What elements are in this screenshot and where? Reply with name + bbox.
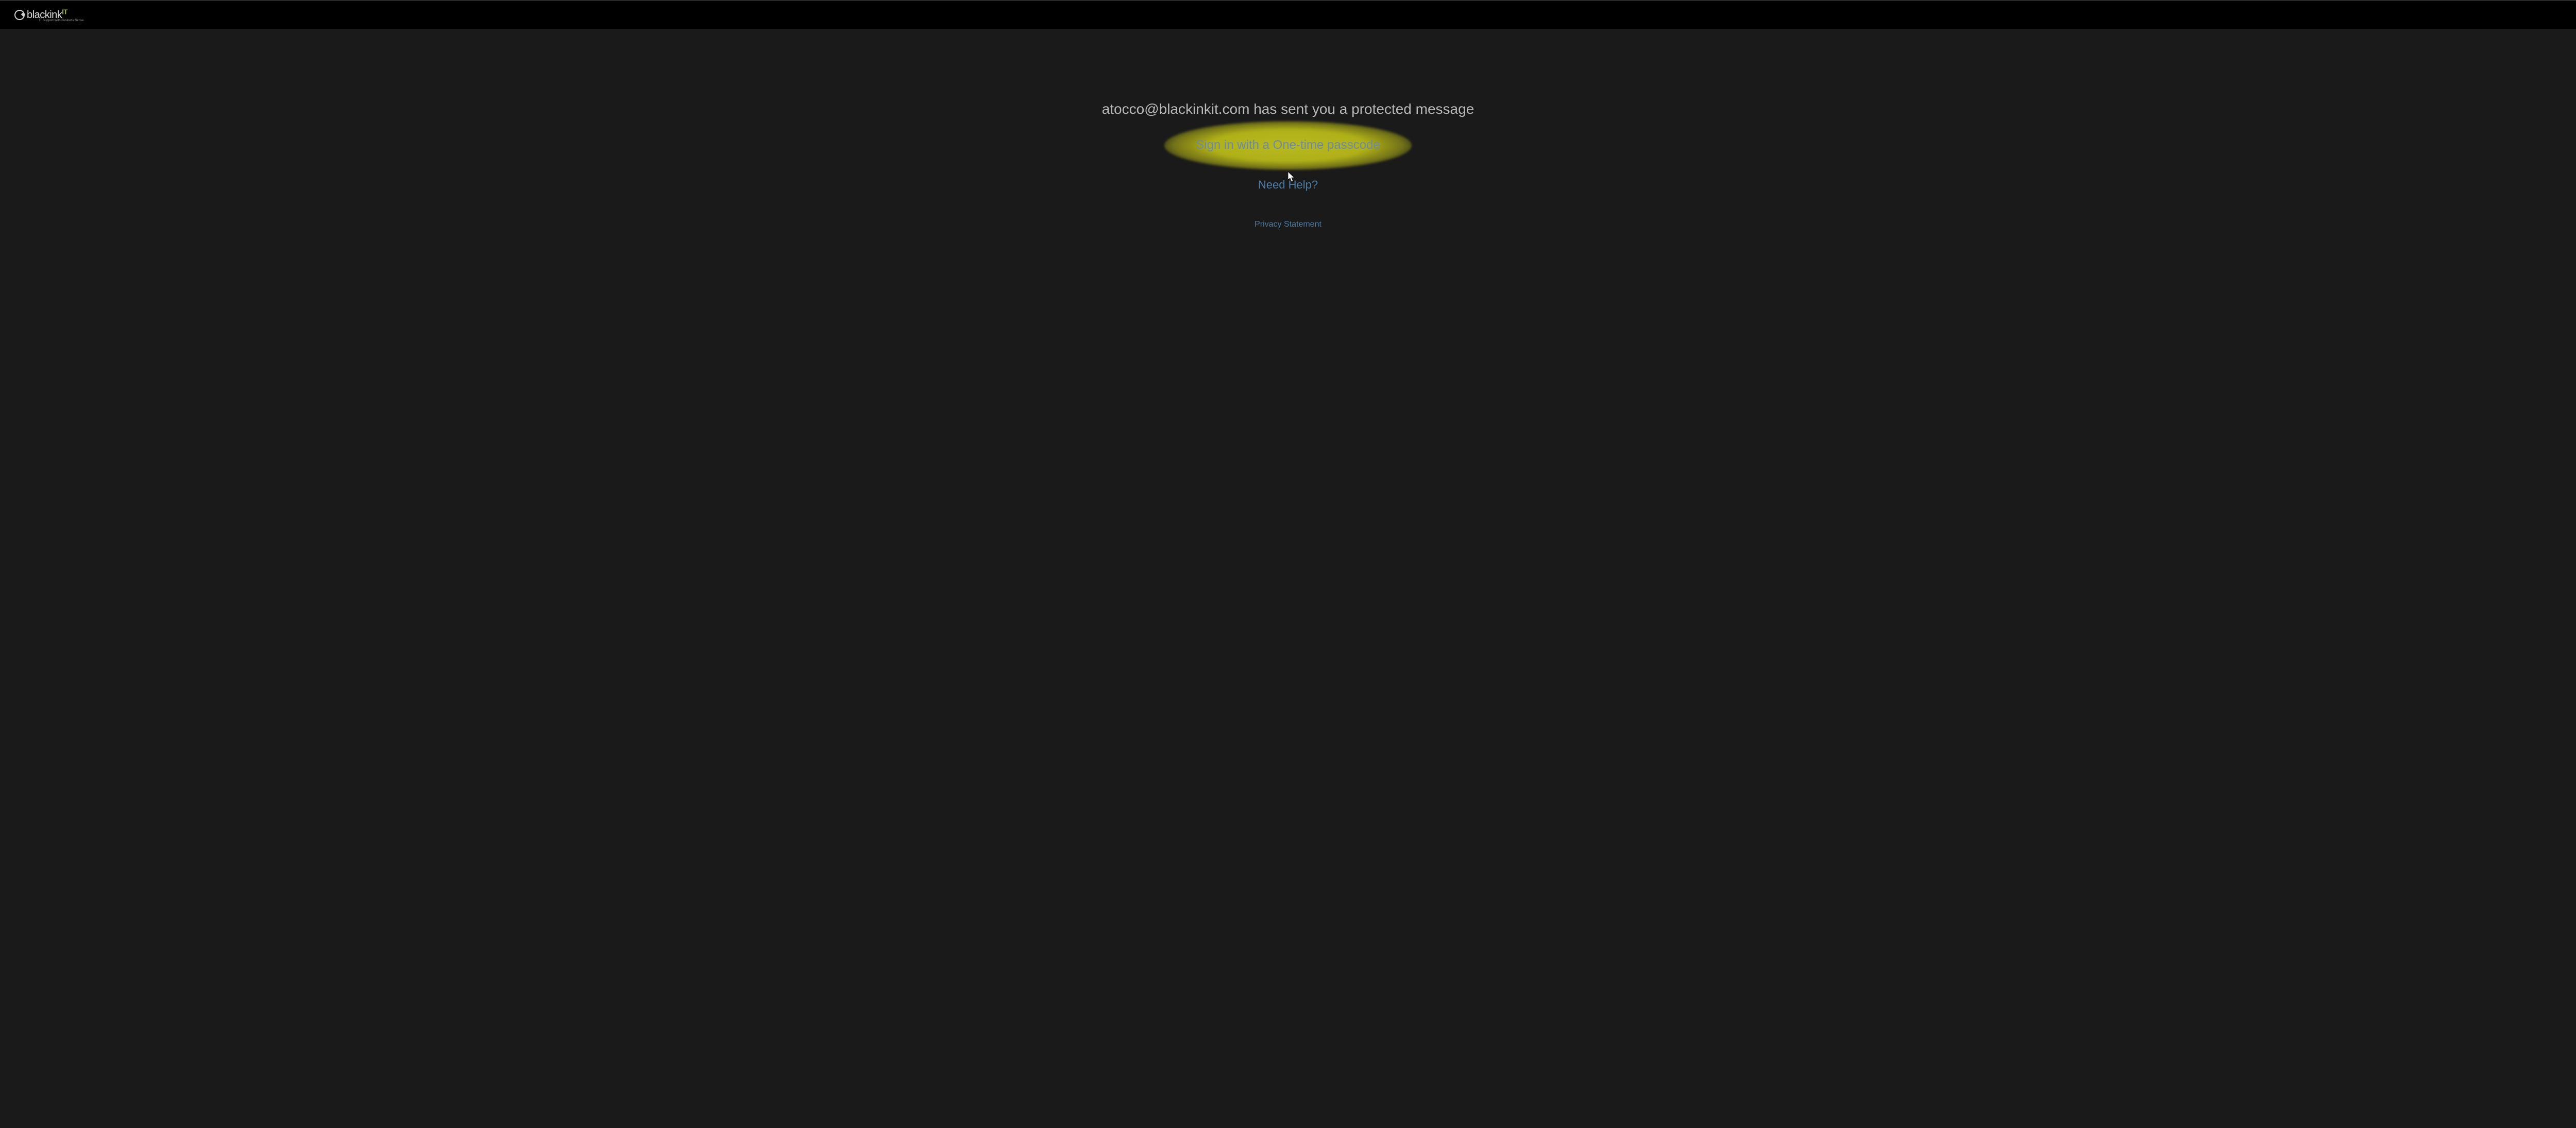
logo-suffix: IT <box>62 8 67 15</box>
signin-container: Sign in with a One-time passcode <box>1196 138 1380 152</box>
signin-one-time-passcode-link[interactable]: Sign in with a One-time passcode <box>1196 138 1380 152</box>
cursor-icon <box>1288 172 1296 183</box>
main-content: atocco@blackinkit.com has sent you a pro… <box>0 29 2576 229</box>
logo-text-wrap: blackinkIT IT Support With Business Sens… <box>27 8 84 22</box>
protected-message-heading: atocco@blackinkit.com has sent you a pro… <box>1102 101 1475 117</box>
brand-logo: blackinkIT IT Support With Business Sens… <box>14 8 84 22</box>
header-bar: blackinkIT IT Support With Business Sens… <box>0 0 2576 29</box>
logo-tagline: IT Support With Business Sense. <box>39 19 84 22</box>
logo-icon <box>14 10 25 20</box>
privacy-statement-link[interactable]: Privacy Statement <box>1255 220 1321 229</box>
